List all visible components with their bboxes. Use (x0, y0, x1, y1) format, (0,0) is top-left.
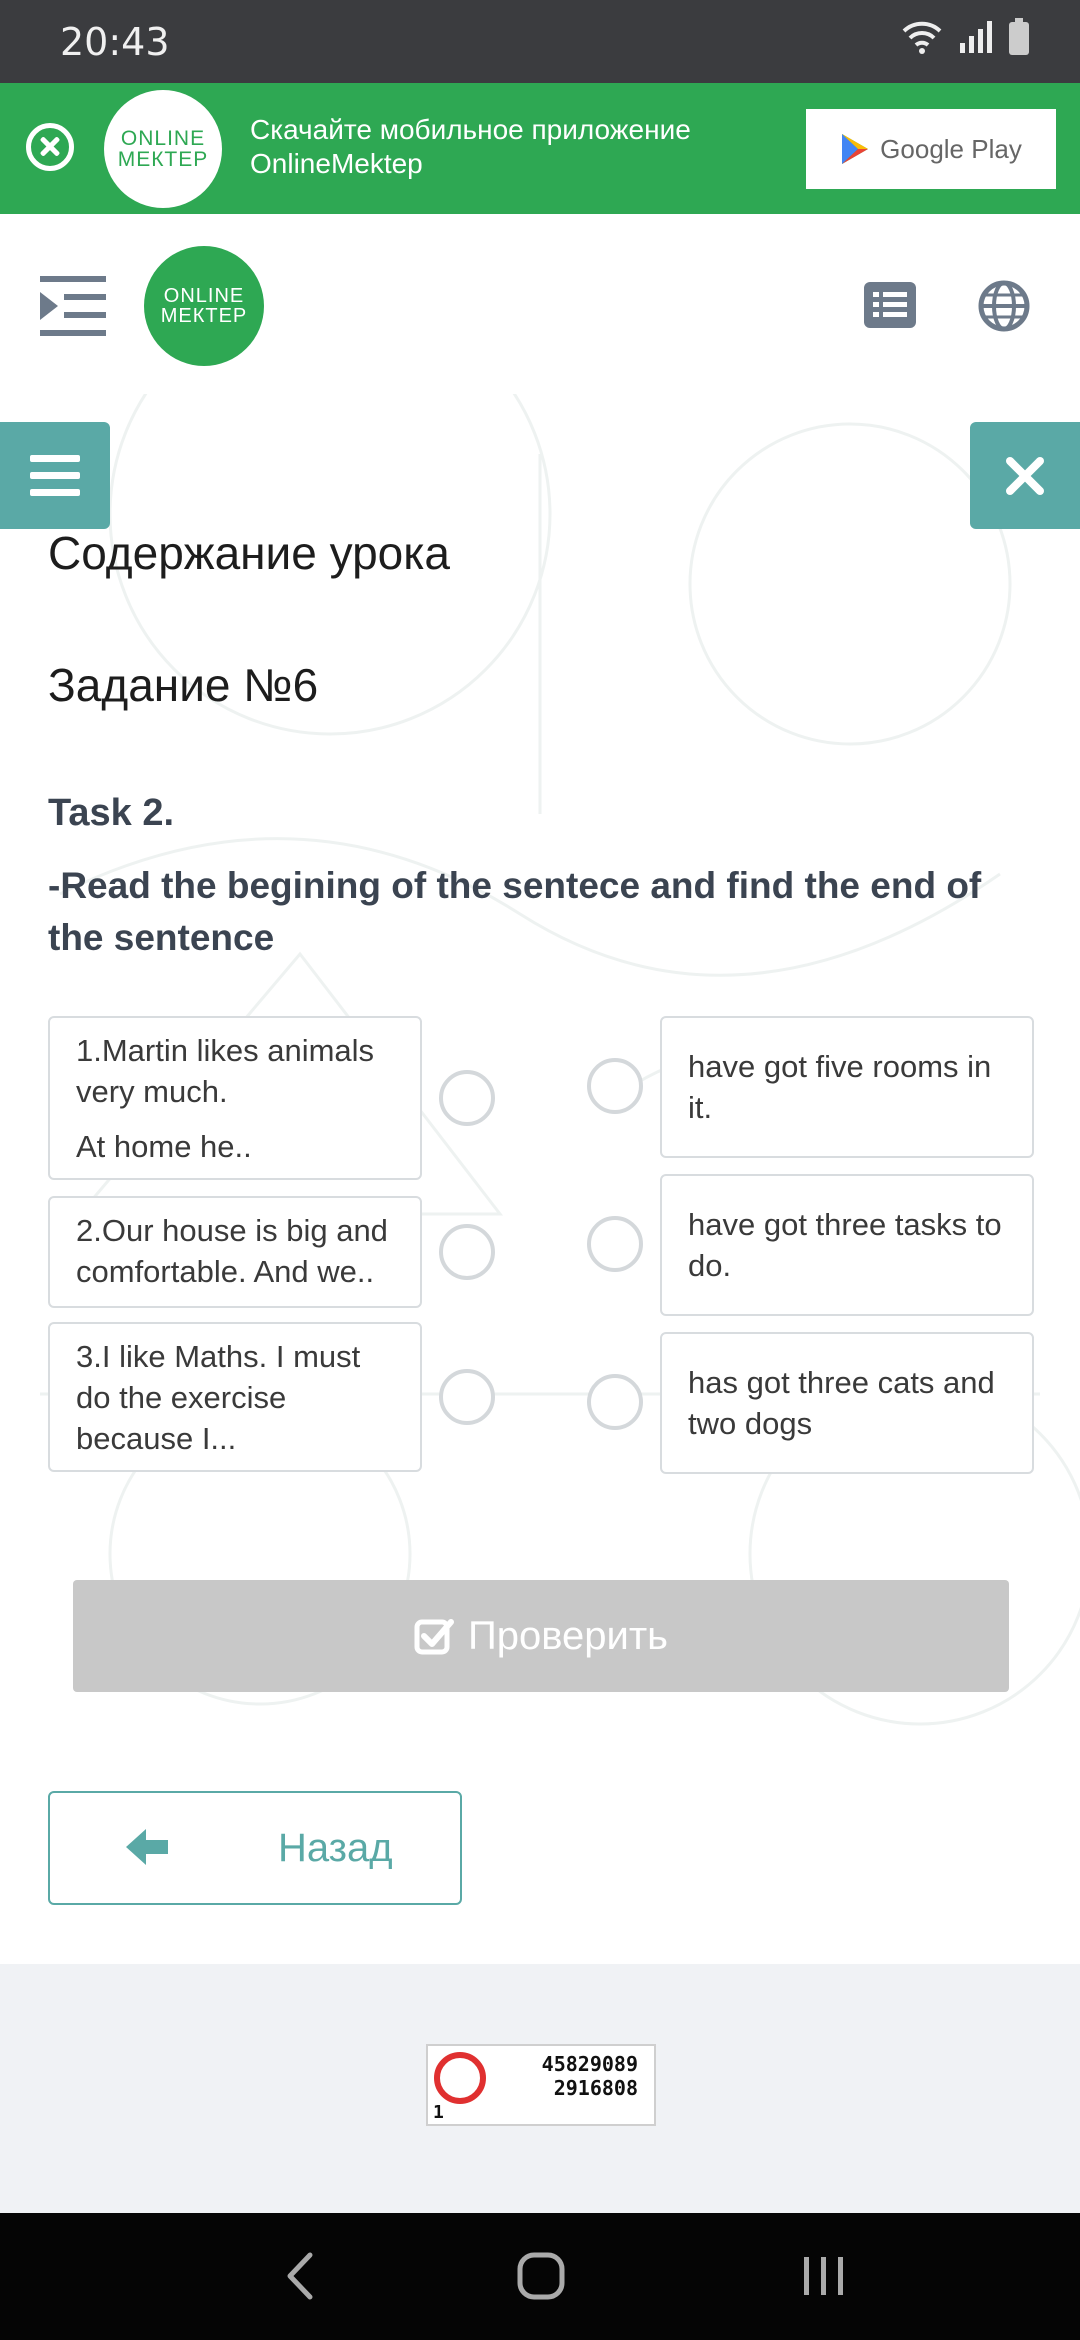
google-play-icon (842, 134, 869, 164)
counter-rank: 1 (433, 2102, 444, 2123)
match-right-item-1[interactable]: have got five rooms in it. (660, 1016, 1034, 1158)
banner-logo-line1: ONLINE (120, 127, 206, 150)
close-panel-button[interactable] (970, 422, 1080, 529)
back-button[interactable]: Назад (48, 1791, 462, 1905)
nav-recents-icon[interactable] (800, 2251, 848, 2301)
banner-logo-line2: МЕКТЕР (117, 148, 209, 171)
system-navigation-bar (0, 2213, 1080, 2340)
arrow-left-icon (126, 1829, 168, 1865)
banner-logo: ONLINE МЕКТЕР (104, 90, 222, 208)
match-left-radio-3[interactable] (439, 1369, 495, 1425)
task-label: Task 2. (48, 792, 175, 834)
match-right-radio-2[interactable] (587, 1216, 643, 1272)
wifi-icon (902, 21, 942, 54)
status-time: 20:43 (60, 20, 170, 64)
match-right-item-3-text: has got three cats and two dogs (688, 1365, 995, 1441)
match-left-item-1[interactable]: 1.Martin likes animals very much. At hom… (48, 1016, 422, 1180)
lesson-content-title: Содержание урока (48, 527, 450, 579)
battery-icon (1009, 18, 1029, 55)
match-right-radio-3[interactable] (587, 1374, 643, 1430)
match-left-item-3[interactable]: 3.I like Maths. I must do the exercise b… (48, 1322, 422, 1472)
checkbox-check-icon (414, 1619, 454, 1655)
app-download-banner: ONLINE МЕКТЕР Скачайте мобильное приложе… (0, 83, 1080, 214)
counter-logo-icon (434, 2052, 486, 2104)
match-left-item-1-line2: At home he.. (76, 1129, 252, 1164)
menu-indent-icon[interactable] (38, 274, 108, 338)
header-logo-line1: ONLINE (163, 285, 245, 307)
task-instruction: -Read the begining of the sentece and fi… (48, 865, 982, 958)
banner-text: Скачайте мобильное приложение OnlineMekt… (250, 114, 691, 179)
header-logo-line2: МЕКТЕР (160, 305, 248, 327)
header-logo[interactable]: ONLINE МЕКТЕР (144, 246, 264, 366)
match-right-item-2-text: have got three tasks to do. (688, 1207, 1002, 1283)
counter-total: 45829089 (541, 2052, 638, 2076)
status-bar: 20:43 (0, 0, 1080, 83)
check-answer-button[interactable]: Проверить (73, 1580, 1009, 1692)
match-right-item-2[interactable]: have got three tasks to do. (660, 1174, 1034, 1316)
match-right-item-3[interactable]: has got three cats and two dogs (660, 1332, 1034, 1474)
back-label: Назад (278, 1826, 393, 1870)
banner-close-icon[interactable] (26, 123, 74, 171)
globe-icon[interactable] (978, 280, 1030, 332)
status-icons (900, 18, 1030, 56)
hamburger-icon (30, 454, 80, 496)
lesson-content-card: ONLINE МЕКТЕР Содержание урока Задание №… (0, 214, 1080, 1964)
match-right-item-1-text: have got five rooms in it. (688, 1049, 992, 1125)
match-left-item-2[interactable]: 2.Our house is big and comfortable. And … (48, 1196, 422, 1308)
visit-counter-widget[interactable]: 1 45829089 2916808 (426, 2044, 656, 2126)
google-play-label: Google Play (880, 133, 1022, 164)
match-left-item-2-text: 2.Our house is big and comfortable. And … (76, 1213, 388, 1289)
match-left-radio-1[interactable] (439, 1070, 495, 1126)
task-title: Задание №6 (48, 659, 319, 711)
contents-menu-toggle[interactable] (0, 422, 110, 529)
match-left-item-1-line1: 1.Martin likes animals very much. (76, 1033, 375, 1109)
counter-today: 2916808 (553, 2076, 638, 2100)
check-answer-label: Проверить (467, 1613, 669, 1658)
nav-back-icon[interactable] (280, 2251, 320, 2301)
nav-home-icon[interactable] (516, 2251, 566, 2301)
signal-icon (960, 21, 992, 53)
match-left-radio-2[interactable] (439, 1224, 495, 1280)
google-play-button[interactable]: Google Play (806, 109, 1056, 189)
match-left-item-3-text: 3.I like Maths. I must do the exercise b… (76, 1339, 361, 1456)
list-icon[interactable] (864, 282, 916, 328)
close-icon (1006, 456, 1044, 495)
match-right-radio-1[interactable] (587, 1058, 643, 1114)
